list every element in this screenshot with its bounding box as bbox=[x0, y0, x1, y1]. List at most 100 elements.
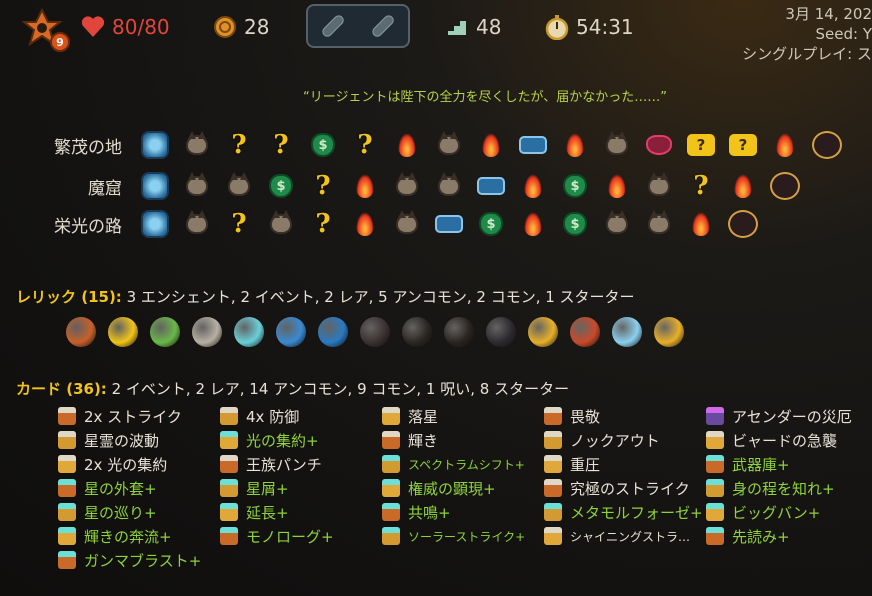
card-type-icon bbox=[58, 455, 76, 473]
card-entry[interactable]: シャイニングストラ… bbox=[544, 524, 690, 548]
map-node-qgold[interactable]: ? bbox=[722, 128, 764, 162]
map-node-monster[interactable] bbox=[176, 207, 218, 241]
card-entry[interactable]: 共鳴+ bbox=[382, 500, 451, 524]
map-node-boss[interactable] bbox=[806, 128, 848, 162]
map-node-monster[interactable] bbox=[638, 169, 680, 203]
card-entry[interactable]: 武器庫+ bbox=[706, 452, 790, 476]
map-node-ancient[interactable] bbox=[134, 169, 176, 203]
map-node-rest[interactable] bbox=[512, 207, 554, 241]
map-node-ancient[interactable] bbox=[134, 207, 176, 241]
map-node-rest[interactable] bbox=[722, 169, 764, 203]
map-node-rest[interactable] bbox=[596, 169, 638, 203]
qgold-icon: ? bbox=[687, 134, 715, 156]
map-node-merchant[interactable]: $ bbox=[302, 128, 344, 162]
card-entry[interactable]: モノローグ+ bbox=[220, 524, 334, 548]
card-entry[interactable]: 2x ストライク bbox=[58, 404, 182, 428]
card-entry[interactable]: スペクトラムシフト+ bbox=[382, 452, 525, 476]
relic-icon[interactable] bbox=[480, 310, 522, 354]
map-node-boss[interactable] bbox=[722, 207, 764, 241]
map-node-boss[interactable] bbox=[764, 169, 806, 203]
relic-icon[interactable] bbox=[354, 310, 396, 354]
card-entry[interactable]: 王族パンチ bbox=[220, 452, 322, 476]
relic-icon[interactable] bbox=[144, 310, 186, 354]
relic-icon[interactable] bbox=[648, 310, 690, 354]
card-entry[interactable]: 星霊の波動 bbox=[58, 428, 159, 452]
map-node-qgold[interactable]: ? bbox=[680, 128, 722, 162]
card-entry[interactable]: 身の程を知れ+ bbox=[706, 476, 835, 500]
map-node-monster[interactable] bbox=[386, 169, 428, 203]
relic-icon[interactable] bbox=[102, 310, 144, 354]
map-node-rest[interactable] bbox=[344, 207, 386, 241]
map-node-rest[interactable] bbox=[512, 169, 554, 203]
map-node-ancient[interactable] bbox=[134, 128, 176, 162]
card-entry[interactable]: 輝きの奔流+ bbox=[58, 524, 172, 548]
map-node-treasure[interactable] bbox=[428, 207, 470, 241]
card-entry[interactable]: 星屑+ bbox=[220, 476, 289, 500]
card-entry[interactable]: ビッグバン+ bbox=[706, 500, 820, 524]
card-entry[interactable]: ソーラーストライク+ bbox=[382, 524, 525, 548]
map-node-monster[interactable] bbox=[428, 169, 470, 203]
map-node-rest[interactable] bbox=[470, 128, 512, 162]
map-node-monster[interactable] bbox=[260, 207, 302, 241]
relic-icon[interactable] bbox=[186, 310, 228, 354]
card-entry[interactable]: アセンダーの災厄 bbox=[706, 404, 852, 428]
map-node-merchant[interactable]: $ bbox=[470, 207, 512, 241]
map-node-unknown[interactable]: ? bbox=[260, 128, 302, 162]
relic-icon[interactable] bbox=[564, 310, 606, 354]
map-node-unknown[interactable]: ? bbox=[302, 169, 344, 203]
card-entry[interactable]: 延長+ bbox=[220, 500, 289, 524]
empty-potion-slot[interactable] bbox=[370, 13, 396, 39]
map-node-merchant[interactable]: $ bbox=[554, 169, 596, 203]
map-node-unknown[interactable]: ? bbox=[680, 169, 722, 203]
map-node-unknown[interactable]: ? bbox=[218, 207, 260, 241]
map-node-monster[interactable] bbox=[176, 169, 218, 203]
map-node-monster[interactable] bbox=[428, 128, 470, 162]
map-node-rest[interactable] bbox=[344, 169, 386, 203]
map-node-rest[interactable] bbox=[554, 128, 596, 162]
relic-icon[interactable] bbox=[522, 310, 564, 354]
relic-icon[interactable] bbox=[606, 310, 648, 354]
card-entry[interactable]: 先読み+ bbox=[706, 524, 790, 548]
map-node-treasure[interactable] bbox=[470, 169, 512, 203]
relic-icon[interactable] bbox=[228, 310, 270, 354]
map-node-monster[interactable] bbox=[596, 128, 638, 162]
card-entry[interactable]: 星の外套+ bbox=[58, 476, 157, 500]
card-entry[interactable]: メタモルフォーゼ+ bbox=[544, 500, 703, 524]
card-entry[interactable]: 4x 防御 bbox=[220, 404, 299, 428]
card-entry[interactable]: 星の巡り+ bbox=[58, 500, 157, 524]
card-entry[interactable]: 落星 bbox=[382, 404, 438, 428]
relic-icon[interactable] bbox=[396, 310, 438, 354]
card-entry[interactable]: ガンマブラスト+ bbox=[58, 548, 201, 572]
relics-summary: 3 エンシェント, 2 イベント, 2 レア, 5 アンコモン, 2 コモン, … bbox=[126, 288, 635, 306]
card-entry[interactable]: 究極のストライク bbox=[544, 476, 690, 500]
card-entry[interactable]: 輝き bbox=[382, 428, 438, 452]
map-node-treasure[interactable] bbox=[512, 128, 554, 162]
map-node-unknown[interactable]: ? bbox=[344, 128, 386, 162]
card-entry[interactable]: 光の集約+ bbox=[220, 428, 319, 452]
card-entry[interactable]: 2x 光の集約 bbox=[58, 452, 167, 476]
run-seed: Seed: Y bbox=[815, 25, 872, 43]
card-entry[interactable]: ビャードの急襲 bbox=[706, 428, 837, 452]
empty-potion-slot[interactable] bbox=[320, 13, 346, 39]
map-node-elite[interactable] bbox=[638, 128, 680, 162]
card-entry[interactable]: ノックアウト bbox=[544, 428, 660, 452]
map-node-merchant[interactable]: $ bbox=[260, 169, 302, 203]
map-node-monster[interactable] bbox=[638, 207, 680, 241]
map-node-monster[interactable] bbox=[386, 207, 428, 241]
card-entry[interactable]: 権威の顕現+ bbox=[382, 476, 496, 500]
map-node-unknown[interactable]: ? bbox=[218, 128, 260, 162]
map-node-merchant[interactable]: $ bbox=[554, 207, 596, 241]
map-node-rest[interactable] bbox=[680, 207, 722, 241]
map-node-monster[interactable] bbox=[176, 128, 218, 162]
card-entry[interactable]: 重圧 bbox=[544, 452, 600, 476]
relic-icon[interactable] bbox=[312, 310, 354, 354]
relic-icon[interactable] bbox=[270, 310, 312, 354]
map-node-monster[interactable] bbox=[596, 207, 638, 241]
relic-icon[interactable] bbox=[60, 310, 102, 354]
relic-icon[interactable] bbox=[438, 310, 480, 354]
map-node-monster[interactable] bbox=[218, 169, 260, 203]
map-node-unknown[interactable]: ? bbox=[302, 207, 344, 241]
map-node-rest[interactable] bbox=[386, 128, 428, 162]
card-entry[interactable]: 畏敬 bbox=[544, 404, 600, 428]
map-node-rest[interactable] bbox=[764, 128, 806, 162]
